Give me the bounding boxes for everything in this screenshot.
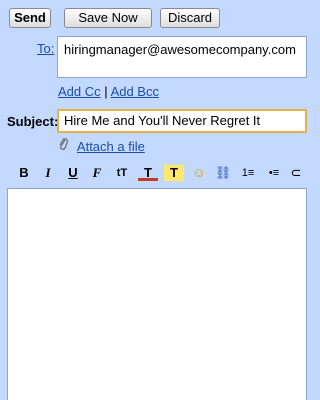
more-formatting-icon[interactable]: ⊂ — [286, 165, 306, 181]
italic-button[interactable]: I — [38, 165, 58, 181]
cc-bcc-separator: | — [104, 84, 108, 99]
bold-button[interactable]: B — [14, 165, 34, 181]
emoji-icon[interactable]: ☺ — [189, 165, 209, 181]
message-body-editor[interactable] — [7, 188, 307, 400]
to-field[interactable]: hiringmanager@awesomecompany.com — [57, 36, 307, 78]
attach-file-link[interactable]: Attach a file — [77, 139, 145, 154]
highlight-color-button[interactable]: T — [164, 165, 184, 181]
save-now-button[interactable]: Save Now — [64, 8, 152, 28]
text-color-button[interactable]: T — [138, 165, 158, 181]
font-button[interactable]: F — [87, 165, 107, 181]
to-label-link[interactable]: To: — [37, 41, 54, 56]
numbered-list-icon[interactable]: 1≡ — [238, 165, 258, 181]
add-cc-link[interactable]: Add Cc — [58, 84, 101, 99]
formatting-toolbar: B I U F tT T T ☺ ⛓ 1≡ •≡ ⊂ — [0, 160, 301, 186]
link-icon[interactable]: ⛓ — [213, 165, 233, 181]
font-size-button[interactable]: tT — [112, 165, 132, 181]
cc-bcc-links: Add Cc | Add Bcc — [58, 84, 159, 99]
underline-button[interactable]: U — [63, 165, 83, 181]
subject-label: Subject: — [7, 114, 59, 129]
subject-field[interactable]: Hire Me and You'll Never Regret It — [57, 109, 307, 133]
discard-button[interactable]: Discard — [160, 8, 220, 28]
add-bcc-link[interactable]: Add Bcc — [111, 84, 159, 99]
paperclip-icon — [58, 137, 70, 154]
attach-file[interactable]: Attach a file — [58, 137, 145, 154]
bullet-list-icon[interactable]: •≡ — [264, 165, 284, 181]
send-button[interactable]: Send — [9, 8, 51, 28]
